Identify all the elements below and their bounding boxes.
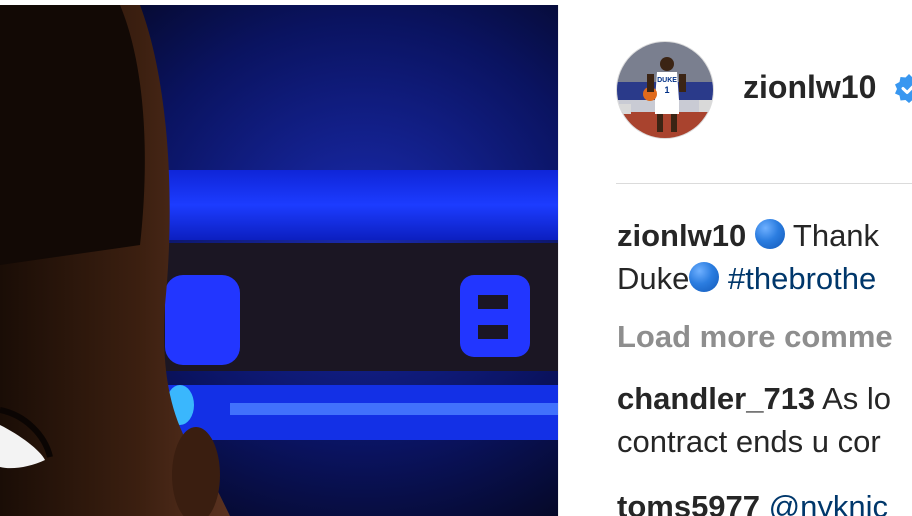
blue-circle-emoji-icon: [689, 262, 720, 292]
blue-circle-emoji-icon: [754, 219, 785, 249]
caption-word: Duke: [617, 261, 690, 296]
profile-avatar[interactable]: DUKE 1: [616, 41, 714, 139]
comment-mention[interactable]: @nyknic: [769, 489, 888, 516]
comment-item: toms5977 @nyknic: [617, 485, 912, 516]
post-username[interactable]: zionlw10: [743, 69, 876, 106]
post-header: DUKE 1 zionlw10: [559, 5, 912, 183]
comment-line-1: toms5977 @nyknic: [617, 485, 912, 516]
caption-text: Thank: [792, 218, 880, 253]
svg-text:DUKE: DUKE: [657, 77, 677, 84]
comments-section: zionlw10 Thank Duke #thebrothe Load more…: [617, 214, 912, 516]
caption-username[interactable]: zionlw10: [617, 218, 746, 253]
comment-line-1: chandler_713 As lo: [617, 377, 912, 420]
comment-username[interactable]: toms5977: [617, 489, 760, 516]
comment-text: As lo: [822, 381, 891, 416]
svg-text:1: 1: [664, 85, 669, 95]
comment-line-2: contract ends u cor: [617, 424, 881, 459]
header-separator: [616, 183, 912, 184]
comment-username[interactable]: chandler_713: [617, 381, 815, 416]
post-photo[interactable]: [0, 5, 558, 516]
verified-badge-icon: [894, 73, 912, 103]
caption-line-1: zionlw10 Thank: [617, 214, 912, 257]
caption-line-2: Duke #thebrothe: [617, 257, 912, 300]
instagram-post-view: DUKE 1 zionlw10 zionlw10 Thank Duke #the…: [0, 0, 912, 516]
caption: zionlw10 Thank Duke #thebrothe: [617, 214, 912, 300]
caption-hashtag[interactable]: #thebrothe: [728, 261, 876, 296]
load-more-comments-button[interactable]: Load more comme: [617, 315, 912, 358]
comment-item: chandler_713 As lo contract ends u cor: [617, 377, 912, 463]
